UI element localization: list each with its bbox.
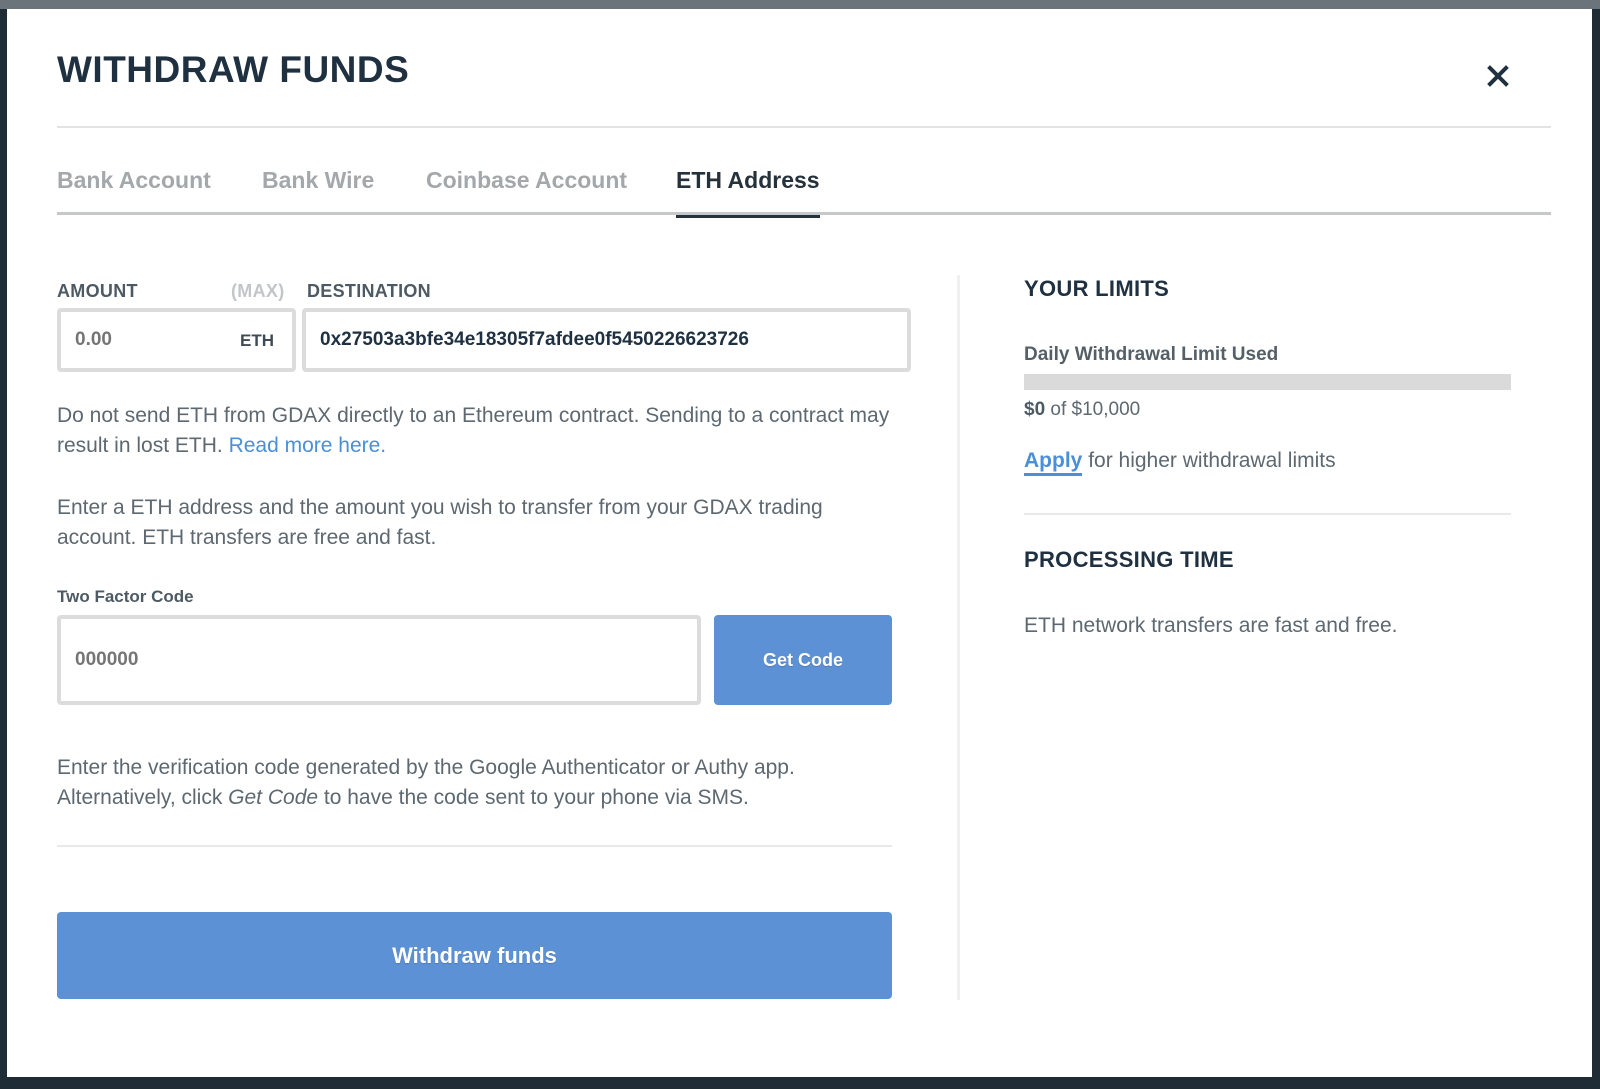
limits-divider xyxy=(1024,513,1511,515)
daily-limit-used: $0 xyxy=(1024,399,1046,420)
apply-link[interactable]: Apply xyxy=(1024,449,1083,476)
withdraw-funds-modal: WITHDRAW FUNDS Bank Account Bank Wire Co… xyxy=(7,9,1592,1077)
transfer-info: Enter a ETH address and the amount you w… xyxy=(57,496,823,549)
tab-eth-address[interactable]: ETH Address xyxy=(676,167,820,218)
two-factor-label: Two Factor Code xyxy=(57,587,194,606)
background-left-panel xyxy=(0,9,7,1089)
modal-title: WITHDRAW FUNDS xyxy=(57,49,410,90)
withdraw-funds-button[interactable]: Withdraw funds xyxy=(57,912,892,999)
column-divider xyxy=(957,275,960,1000)
contract-warning-text: Do not send ETH from GDAX directly to an… xyxy=(57,404,890,457)
two-factor-input[interactable] xyxy=(75,619,675,701)
form-divider xyxy=(57,845,892,847)
daily-limit-total: of $10,000 xyxy=(1050,399,1141,420)
two-factor-help-suffix: to have the code sent to your phone via … xyxy=(323,786,749,809)
destination-field-wrapper xyxy=(302,308,911,372)
amount-unit-label: ETH xyxy=(240,331,274,350)
your-limits-heading: YOUR LIMITS xyxy=(1024,276,1170,301)
destination-label: DESTINATION xyxy=(307,281,431,301)
tab-bank-account[interactable]: Bank Account xyxy=(57,167,211,215)
processing-time-text: ETH network transfers are fast and free. xyxy=(1024,614,1398,637)
two-factor-field-wrapper xyxy=(57,615,701,705)
daily-limit-label: Daily Withdrawal Limit Used xyxy=(1024,344,1279,365)
daily-limit-value: $0 of $10,000 xyxy=(1024,399,1140,421)
withdraw-method-tabs: Bank Account Bank Wire Coinbase Account … xyxy=(57,167,1551,218)
processing-time-heading: PROCESSING TIME xyxy=(1024,547,1234,572)
two-factor-help-emphasis: Get Code xyxy=(228,786,319,809)
background-right-panel xyxy=(1592,9,1600,1089)
close-button[interactable] xyxy=(1483,61,1513,91)
header-divider xyxy=(57,126,1551,128)
tab-coinbase-account[interactable]: Coinbase Account xyxy=(426,167,627,215)
destination-input[interactable] xyxy=(320,312,895,368)
background-top-bar xyxy=(0,0,1600,9)
apply-line: Apply for higher withdrawal limits xyxy=(1024,449,1336,476)
apply-suffix: for higher withdrawal limits xyxy=(1088,449,1336,472)
contract-warning: Do not send ETH from GDAX directly to an… xyxy=(57,401,907,461)
amount-field-wrapper: ETH xyxy=(57,308,296,372)
amount-input[interactable] xyxy=(75,312,225,368)
close-icon xyxy=(1487,65,1509,87)
daily-limit-progress-bar xyxy=(1024,374,1511,390)
background-bottom-panel xyxy=(0,1077,1600,1089)
amount-label: AMOUNT xyxy=(57,281,138,301)
read-more-link[interactable]: Read more here. xyxy=(229,434,387,457)
get-code-button[interactable]: Get Code xyxy=(714,615,892,705)
max-amount-link[interactable]: (MAX) xyxy=(231,281,285,302)
two-factor-help: Enter the verification code generated by… xyxy=(57,753,907,813)
tab-bank-wire[interactable]: Bank Wire xyxy=(262,167,374,215)
